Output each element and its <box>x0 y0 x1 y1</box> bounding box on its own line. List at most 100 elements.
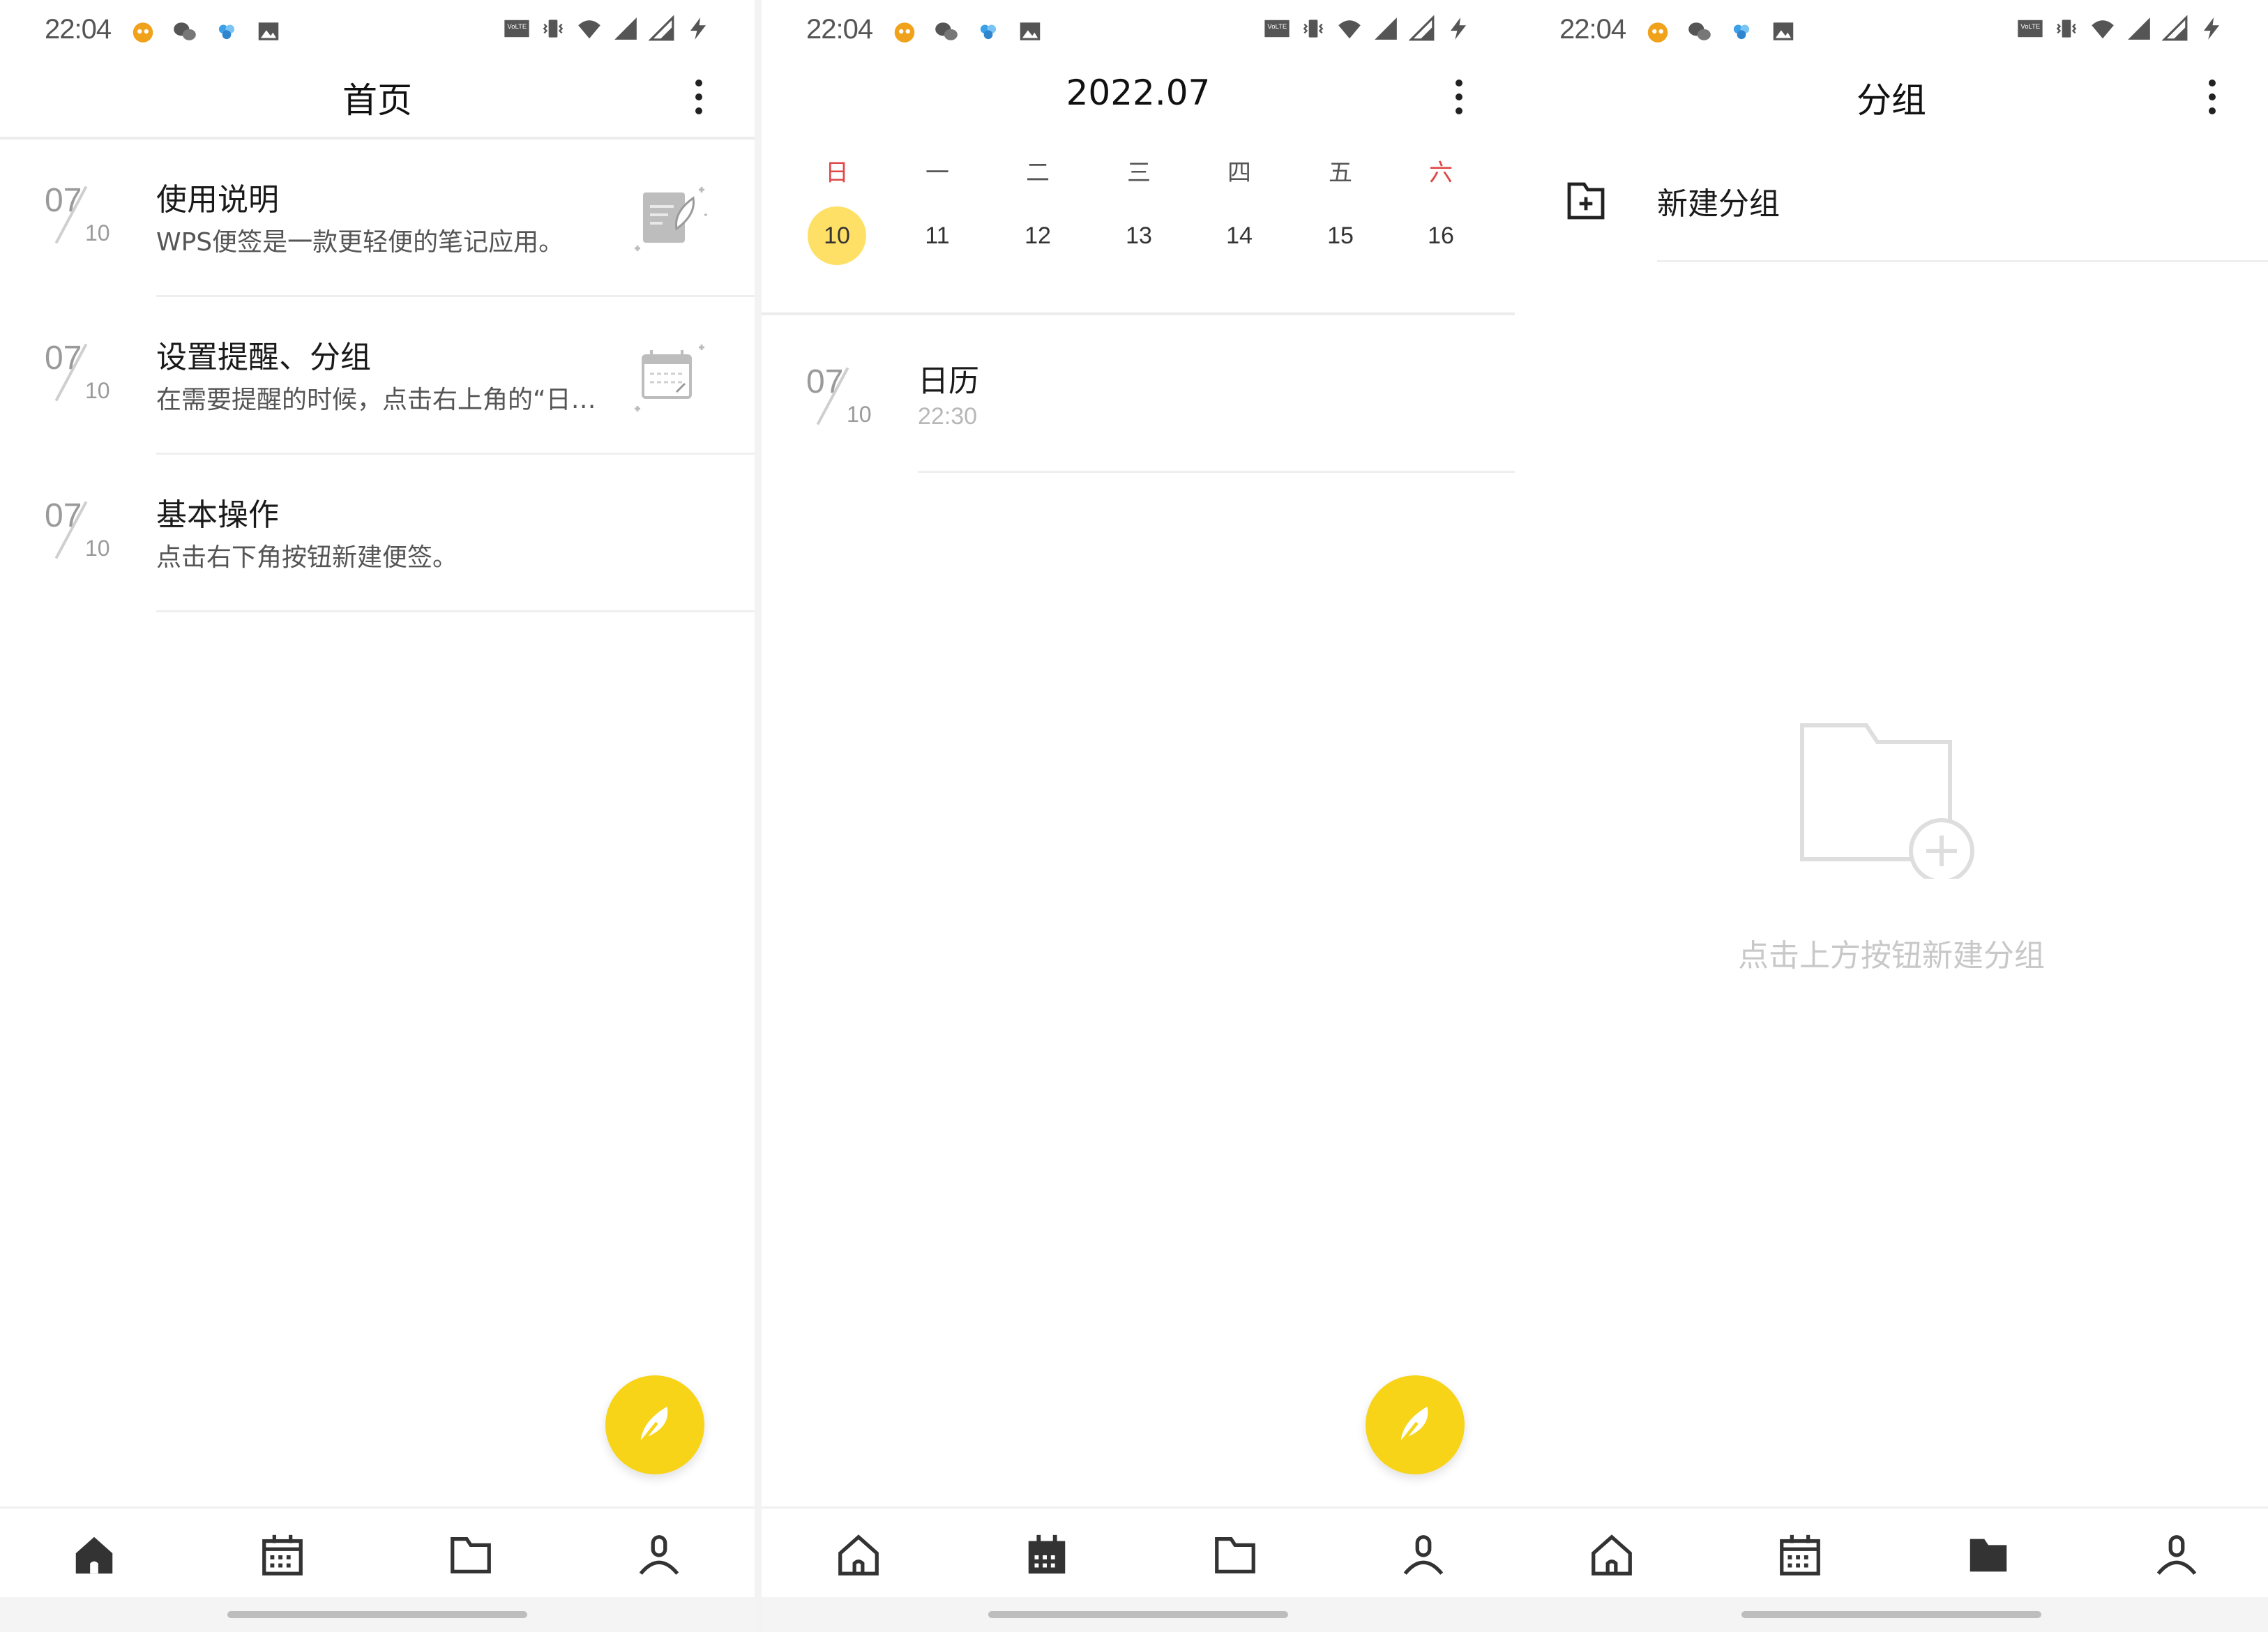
more-options-icon[interactable] <box>1445 71 1473 127</box>
event-day: 10 <box>847 402 872 427</box>
note-feather-illustration-icon <box>635 187 707 251</box>
nav-folder-icon[interactable] <box>446 1531 495 1580</box>
weekday-label: 五 <box>1329 159 1352 187</box>
day-cell[interactable]: 12 <box>1008 206 1067 265</box>
bottom-nav <box>762 1506 1515 1597</box>
status-bar: 22:04 VoLTE <box>1515 0 2268 64</box>
wechat-icon <box>174 22 196 40</box>
system-icons: VoLTE <box>504 15 711 42</box>
day-cell[interactable]: 14 <box>1210 206 1269 265</box>
signal-4g-icon <box>1409 15 1435 41</box>
signal-4g-icon <box>614 17 637 40</box>
svg-text:VoLTE: VoLTE <box>507 23 527 31</box>
app-bar: 分组 <box>1515 64 2268 138</box>
new-group-button[interactable]: 新建分组 <box>1515 139 2268 262</box>
more-options-icon[interactable] <box>2198 71 2226 127</box>
nav-calendar-icon[interactable] <box>258 1531 307 1580</box>
gesture-bar <box>762 1597 1515 1632</box>
gesture-bar <box>1515 1597 2268 1632</box>
note-date: 07 10 <box>45 339 121 409</box>
nav-folder-icon[interactable] <box>1211 1531 1260 1580</box>
nav-profile-icon[interactable] <box>635 1531 683 1580</box>
weekday-header: 日 一 二 三 四 五 六 <box>762 153 1515 195</box>
signal-4g-icon <box>649 15 674 41</box>
week-days: 10 11 12 13 14 15 16 <box>762 206 1515 265</box>
page-title: 分组 <box>1857 80 1926 121</box>
weekday-label: 四 <box>1227 159 1251 187</box>
new-note-button[interactable] <box>605 1375 704 1474</box>
note-desc: WPS便签是一款更轻便的笔记应用。 <box>156 228 564 257</box>
cloud-app-icon <box>1733 24 1750 40</box>
folder-add-icon <box>1567 182 1605 220</box>
note-item[interactable]: 07 10 设置提醒、分组 在需要提醒的时候，点击右上角的“日… <box>0 297 755 455</box>
note-item[interactable]: 07 10 基本操作 点击右下角按钮新建便签。 <box>0 455 755 612</box>
nav-folder-icon[interactable] <box>1964 1531 2013 1580</box>
event-date: 07 10 <box>806 363 883 432</box>
feather-icon <box>1399 1406 1428 1444</box>
more-options-icon[interactable] <box>685 71 713 127</box>
calendar-illustration-icon <box>635 345 704 411</box>
day-cell[interactable]: 13 <box>1110 206 1168 265</box>
nav-calendar-icon[interactable] <box>1776 1531 1824 1580</box>
vibrate-icon <box>2056 20 2077 38</box>
status-time: 22:04 <box>806 14 873 45</box>
signal-4g-icon <box>2162 15 2188 41</box>
groups-screen: 22:04 VoLTE 分组 新建分组 点击上方按钮新建分组 <box>1515 0 2268 1632</box>
signal-4g-icon <box>2128 17 2150 40</box>
signal-4g-icon <box>1375 17 1397 40</box>
day-cell-selected[interactable]: 10 <box>808 206 866 265</box>
event-time: 22:30 <box>918 403 978 430</box>
system-icons: VoLTE <box>1264 15 1472 42</box>
charging-icon <box>1450 17 1467 40</box>
cloud-app-icon <box>218 24 235 40</box>
bottom-nav <box>1515 1506 2268 1597</box>
day-cell[interactable]: 15 <box>1311 206 1370 265</box>
wifi-icon <box>1338 20 1361 39</box>
note-day: 10 <box>85 220 110 245</box>
event-item[interactable]: 07 10 日历 22:30 <box>762 315 1515 473</box>
note-day: 10 <box>85 536 110 561</box>
nav-home-icon[interactable] <box>1587 1531 1636 1580</box>
panel-gap <box>755 0 762 1632</box>
wechat-icon <box>935 22 958 40</box>
weekday-label: 二 <box>1026 159 1050 187</box>
volte-icon: VoLTE <box>504 20 529 38</box>
app-notify-icon <box>133 22 153 43</box>
home-screen: 22:04 VoLTE 首页 07 10 使用说明 WPS便签是一款更轻便的笔记… <box>0 0 755 1632</box>
note-title: 使用说明 <box>156 182 279 218</box>
note-date: 07 10 <box>45 497 121 566</box>
app-bar: 首页 <box>0 64 755 138</box>
note-desc: 在需要提醒的时候，点击右上角的“日… <box>156 386 596 414</box>
image-icon <box>1773 22 1794 40</box>
wechat-icon <box>1688 22 1711 40</box>
charging-icon <box>2203 17 2220 40</box>
month-title[interactable]: 2022.07 <box>762 73 1515 113</box>
wifi-icon <box>2092 20 2114 39</box>
nav-home-icon[interactable] <box>834 1531 883 1580</box>
note-title: 基本操作 <box>156 497 279 533</box>
nav-profile-icon[interactable] <box>2152 1531 2201 1580</box>
nav-profile-icon[interactable] <box>1399 1531 1448 1580</box>
image-icon <box>258 22 279 40</box>
svg-text:VoLTE: VoLTE <box>1267 23 1287 31</box>
app-notify-icon <box>894 22 915 43</box>
app-notify-icon <box>1647 22 1668 43</box>
svg-text:VoLTE: VoLTE <box>2020 23 2040 31</box>
calendar-screen: 22:04 VoLTE 2022.07 日 一 二 三 四 五 六 10 11 … <box>762 0 1515 1632</box>
weekday-label: 日 <box>825 159 849 187</box>
image-icon <box>1020 22 1041 40</box>
note-desc: 点击右下角按钮新建便签。 <box>156 543 458 572</box>
event-title: 日历 <box>918 363 979 399</box>
new-note-button[interactable] <box>1366 1375 1465 1474</box>
nav-calendar-icon[interactable] <box>1022 1531 1071 1580</box>
empty-folder-illustration-icon <box>1800 723 1974 879</box>
day-cell[interactable]: 16 <box>1412 206 1470 265</box>
charging-icon <box>690 17 706 40</box>
bottom-nav <box>0 1506 755 1597</box>
day-cell[interactable]: 11 <box>908 206 967 265</box>
notification-icons <box>1645 18 1797 45</box>
note-item[interactable]: 07 10 使用说明 WPS便签是一款更轻便的笔记应用。 <box>0 139 755 297</box>
nav-home-icon[interactable] <box>70 1531 119 1580</box>
status-bar: 22:04 VoLTE <box>762 0 1515 64</box>
status-time: 22:04 <box>45 14 112 45</box>
